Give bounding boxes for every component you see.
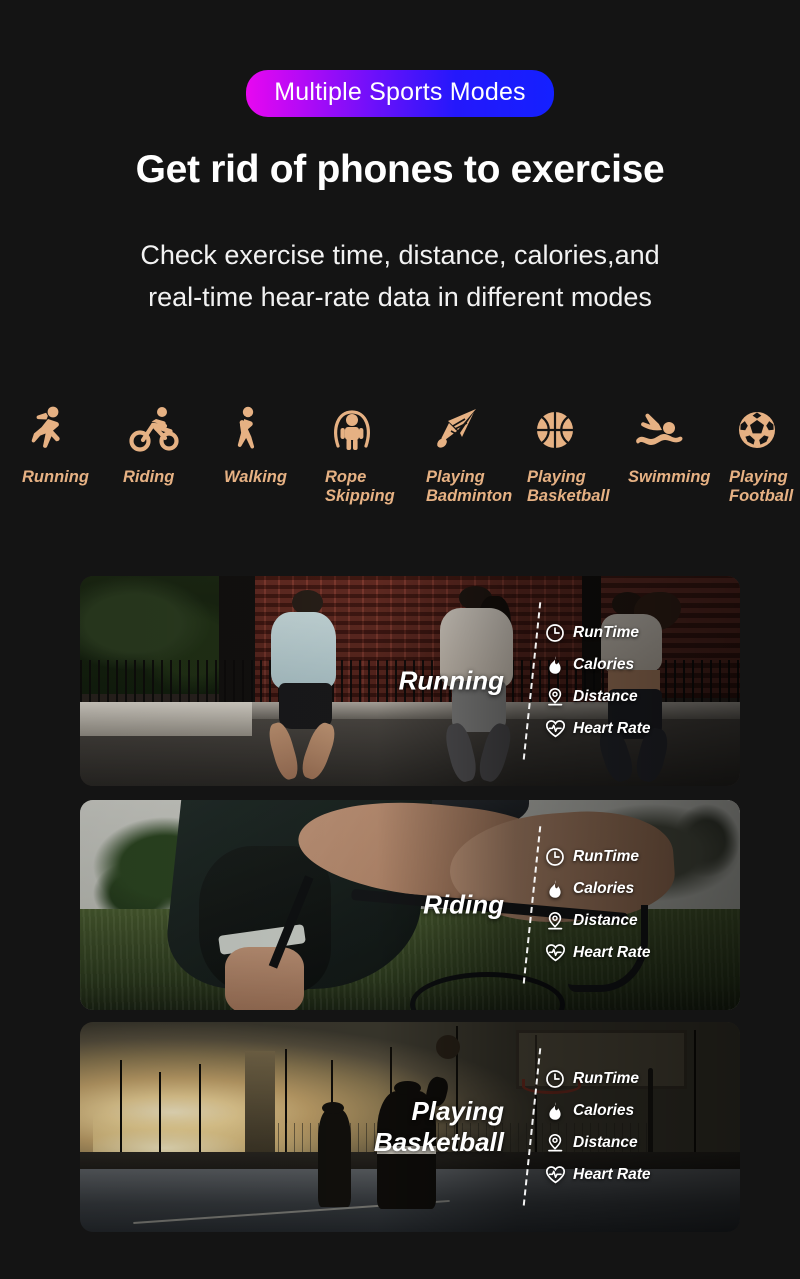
- mode-title: Riding: [423, 889, 504, 920]
- metric-distance: Distance: [544, 910, 722, 932]
- basketball-icon: [533, 404, 577, 456]
- page-title: Get rid of phones to exercise: [135, 148, 665, 191]
- metric-runtime: RunTime: [544, 1068, 722, 1090]
- metric-calories: Calories: [544, 654, 722, 676]
- metric-distance: Distance: [544, 1132, 722, 1154]
- metric-label: Heart Rate: [573, 1166, 651, 1183]
- metric-label: Heart Rate: [573, 720, 651, 737]
- metric-distance: Distance: [544, 686, 722, 708]
- sport-item-basketball[interactable]: Playing Basketball: [519, 404, 620, 506]
- dashed-divider: [522, 602, 544, 760]
- cycling-icon: [129, 404, 181, 456]
- sports-mode-strip: Running Riding Walking Rope Skipping Pla…: [14, 404, 800, 506]
- soccer-ball-icon: [735, 404, 779, 456]
- sport-label: Playing Badminton: [426, 468, 513, 505]
- metric-label: RunTime: [573, 848, 640, 865]
- sport-item-running[interactable]: Running: [14, 404, 115, 487]
- sport-label: Running: [22, 468, 89, 486]
- mode-title: Playing Basketball: [373, 1096, 504, 1157]
- badminton-shuttlecock-icon: [432, 404, 480, 456]
- sport-label: Riding: [123, 468, 175, 486]
- rope-skipping-icon: [331, 404, 373, 456]
- promo-page: Multiple Sports Modes Get rid of phones …: [0, 0, 800, 1279]
- metric-label: Distance: [573, 688, 638, 705]
- sport-item-badminton[interactable]: Playing Badminton: [418, 404, 519, 506]
- metric-heart-rate: Heart Rate: [544, 1164, 722, 1186]
- heart-pulse-icon: [544, 1164, 566, 1186]
- mode-card-basketball[interactable]: Playing Basketball RunTime Calories Dist…: [80, 1022, 740, 1232]
- location-pin-icon: [544, 686, 566, 708]
- subtitle-line-1: Check exercise time, distance, calories,…: [140, 240, 660, 270]
- flame-icon: [544, 878, 566, 900]
- metric-heart-rate: Heart Rate: [544, 718, 722, 740]
- sport-label: Playing Football: [729, 468, 794, 505]
- clock-icon: [544, 622, 566, 644]
- swimming-icon: [634, 404, 686, 456]
- page-subtitle: Check exercise time, distance, calories,…: [0, 234, 800, 318]
- sport-label: Playing Basketball: [527, 468, 610, 505]
- metric-label: Calories: [573, 880, 635, 897]
- flame-icon: [544, 1100, 566, 1122]
- metric-label: RunTime: [573, 1070, 640, 1087]
- clock-icon: [544, 1068, 566, 1090]
- location-pin-icon: [544, 1132, 566, 1154]
- metric-runtime: RunTime: [544, 846, 722, 868]
- heart-pulse-icon: [544, 942, 566, 964]
- badge-row: Multiple Sports Modes: [0, 70, 800, 117]
- sport-item-football[interactable]: Playing Football: [721, 404, 800, 506]
- clock-icon: [544, 846, 566, 868]
- dashed-divider: [522, 1048, 544, 1206]
- flame-icon: [544, 654, 566, 676]
- metric-label: Heart Rate: [573, 944, 651, 961]
- metrics-list: RunTime Calories Distance Heart Rate: [544, 622, 722, 740]
- metrics-list: RunTime Calories Distance Heart Rate: [544, 1068, 722, 1186]
- sport-label: Swimming: [628, 468, 711, 486]
- sport-item-swimming[interactable]: Swimming: [620, 404, 721, 487]
- sport-item-walking[interactable]: Walking: [216, 404, 317, 487]
- metric-calories: Calories: [544, 1100, 722, 1122]
- metrics-list: RunTime Calories Distance Heart Rate: [544, 846, 722, 964]
- subtitle-line-2: real-time hear-rate data in different mo…: [148, 282, 652, 312]
- metric-label: Distance: [573, 912, 638, 929]
- metric-label: Calories: [573, 1102, 635, 1119]
- section-badge: Multiple Sports Modes: [246, 70, 554, 117]
- location-pin-icon: [544, 910, 566, 932]
- metric-label: Calories: [573, 656, 635, 673]
- metric-heart-rate: Heart Rate: [544, 942, 722, 964]
- metric-runtime: RunTime: [544, 622, 722, 644]
- mode-title: Running: [398, 665, 504, 696]
- sport-item-riding[interactable]: Riding: [115, 404, 216, 487]
- walking-icon: [230, 404, 264, 456]
- running-icon: [28, 404, 72, 456]
- sport-label: Rope Skipping: [325, 468, 395, 505]
- metric-calories: Calories: [544, 878, 722, 900]
- sport-label: Walking: [224, 468, 287, 486]
- mode-card-riding[interactable]: Riding RunTime Calories Distance Heart R…: [80, 800, 740, 1010]
- sport-item-rope-skipping[interactable]: Rope Skipping: [317, 404, 418, 506]
- dashed-divider: [522, 826, 544, 984]
- metric-label: RunTime: [573, 624, 640, 641]
- metric-label: Distance: [573, 1134, 638, 1151]
- mode-card-running[interactable]: Running RunTime Calories Distance Heart …: [80, 576, 740, 786]
- heart-pulse-icon: [544, 718, 566, 740]
